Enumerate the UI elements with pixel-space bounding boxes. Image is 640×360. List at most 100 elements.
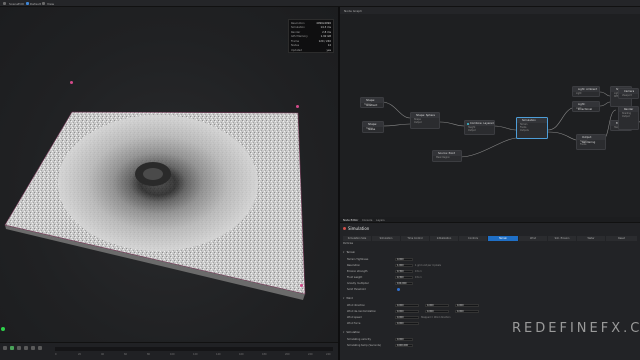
properties-tabs: Node Editor Console Layers (340, 217, 640, 223)
node-color-icon (343, 227, 346, 230)
node-port[interactable]: Output (465, 129, 494, 132)
timeline-tick: 180 (262, 353, 267, 356)
node-output-rendering[interactable]: Output: Rendering Terrain Fluids (576, 134, 606, 150)
layout-icon (26, 2, 29, 5)
axis-gizmo-icon[interactable] (1, 327, 5, 331)
timeline-tick: 160 (239, 353, 244, 356)
tab-console[interactable]: Console (362, 219, 372, 222)
node-connections (381, 91, 640, 158)
category-water[interactable]: Water (577, 236, 605, 241)
loop-icon[interactable] (31, 346, 35, 350)
category-terrain[interactable]: Terrain (488, 236, 518, 241)
timeline-tick: 80 (147, 353, 151, 356)
node-shape-gradient[interactable]: Shape: Gradient Shape (360, 97, 384, 108)
node-port[interactable]: Output (619, 115, 638, 118)
node-light-directional[interactable]: Light: Directional Light (572, 101, 600, 112)
prop-row: Solid threshold (340, 287, 640, 292)
node-light-ambient[interactable]: Light: Ambient Light (572, 86, 600, 97)
value-field[interactable]: 0.000 (425, 309, 449, 314)
node-combine-layered[interactable]: Combine: Layered Height Output (464, 120, 495, 135)
category-initialization[interactable]: Initialization (430, 236, 458, 241)
play-icon[interactable] (10, 346, 14, 350)
bound-corner-marker[interactable] (70, 81, 73, 84)
prop-row: Wind de-randomization 0.000 0.000 0.000 (340, 309, 640, 314)
menu-view[interactable]: View (47, 2, 54, 6)
node-port[interactable]: Mask Region (433, 156, 461, 159)
prop-row: Simulating temp (Seconds) 1000.000 (340, 343, 640, 348)
section-terrain[interactable]: ▾ Terrain (343, 251, 355, 254)
node-shape-noise[interactable]: Shape: Noise Shape (362, 121, 384, 133)
value-field[interactable]: 0.000 (425, 303, 449, 308)
node-source-point[interactable]: Source: Point Mask Region (432, 150, 462, 162)
value-field[interactable]: 0.000 (395, 315, 419, 320)
menu-scene[interactable]: Scene (9, 2, 18, 6)
tab-layers[interactable]: Layers (376, 219, 385, 222)
bound-corner-marker[interactable] (300, 284, 303, 287)
stats-panel: Resolution 4096x4096 Simulation 14.3 ms Re… (288, 19, 334, 53)
timeline-tick: 200 (285, 353, 290, 356)
subtab-particles[interactable]: Particles (343, 242, 353, 245)
node-graph-title: Node Graph (344, 8, 362, 13)
category-simulation[interactable]: Simulation (372, 236, 400, 241)
node-port[interactable]: Output (411, 121, 439, 124)
node-simulation[interactable]: Simulation Terrain Fluids Outputs (516, 117, 548, 139)
menu-bar: Scene Edit Default View (0, 0, 640, 7)
node-graph-canvas[interactable]: Shape: Gradient Shape Shape: Noise Shape… (340, 14, 640, 217)
value-field[interactable]: 1.000 (395, 263, 413, 268)
bound-corner-marker[interactable] (296, 105, 299, 108)
category-wind[interactable]: Wind (519, 236, 547, 241)
prop-row: Resolution 1.000 1 grid unit per 4 pixel… (347, 263, 441, 268)
node-camera[interactable]: Camera Viewport (618, 88, 639, 99)
node-shape-sphere[interactable]: Shape: Sphere Shape Output (410, 112, 440, 129)
app-icon (3, 2, 6, 5)
value-field[interactable]: 1000.000 (395, 343, 413, 348)
prop-row: Simulating velocity 0.000 (340, 337, 640, 342)
value-field[interactable]: 0.000 (455, 309, 479, 314)
section-wind[interactable]: ▾ Wind (343, 297, 353, 300)
timeline-tick: 100 (170, 353, 175, 356)
value-field[interactable]: 0.000 (395, 257, 413, 262)
timeline-tick: 0 (55, 353, 57, 356)
timeline-tick: 120 (193, 353, 198, 356)
3d-viewport[interactable]: Resolution 4096x4096 Simulation 14.3 ms Re… (0, 7, 338, 342)
value-field[interactable]: 0.300 (395, 275, 413, 280)
solid-threshold-toggle[interactable] (397, 287, 401, 292)
node-graph-header: Node Graph (340, 7, 640, 14)
node-port[interactable]: Light (573, 92, 599, 95)
value-field[interactable]: 0.000 (455, 303, 479, 308)
section-simulation[interactable]: ▾ Simulation (343, 331, 360, 334)
timeline-scrubber[interactable] (55, 347, 333, 351)
prop-row: Wind direction 0.000 0.000 0.000 (340, 303, 640, 308)
layout-dropdown[interactable]: Default (30, 2, 41, 6)
timeline-tick: 140 (216, 353, 221, 356)
prop-row: Erosion strength 0.300 0 to 1 (347, 269, 422, 274)
terrain-render (4, 111, 306, 300)
value-field[interactable]: 0.000 (395, 321, 419, 326)
tab-node-editor[interactable]: Node Editor (343, 219, 358, 222)
node-port[interactable]: Viewport (619, 94, 638, 97)
timeline-tick: 60 (124, 353, 128, 356)
value-field[interactable]: 0.000 (395, 309, 419, 314)
view-icon (42, 2, 45, 5)
value-field[interactable]: 0.000 (395, 337, 413, 342)
node-status-icon (466, 122, 469, 125)
prop-row: Terrain Tightness 0.000 (340, 257, 640, 262)
watermark: REDEFINEFX.COM (512, 321, 640, 336)
menu-edit[interactable]: Edit (18, 2, 24, 6)
first-frame-icon[interactable] (3, 346, 7, 350)
node-render[interactable]: Render Shading Output (618, 106, 639, 130)
value-field[interactable]: 100.000 (395, 281, 413, 286)
last-frame-icon[interactable] (24, 346, 28, 350)
timeline-tick: 20 (78, 353, 82, 356)
category-time-control[interactable]: Time Control (401, 236, 429, 241)
stop-icon[interactable] (17, 346, 21, 350)
category-controls[interactable]: Controls (459, 236, 487, 241)
category-reset[interactable]: Reset (606, 236, 637, 241)
category-erosion[interactable]: Sim. Erosion (548, 236, 576, 241)
category-simulation-size[interactable]: Simulation Size (343, 236, 371, 241)
collapse-icon: ▾ (343, 331, 345, 334)
record-icon[interactable] (38, 346, 42, 350)
value-field[interactable]: 0.000 (395, 303, 419, 308)
node-port[interactable]: Outputs (517, 129, 547, 132)
value-field[interactable]: 0.300 (395, 269, 413, 274)
